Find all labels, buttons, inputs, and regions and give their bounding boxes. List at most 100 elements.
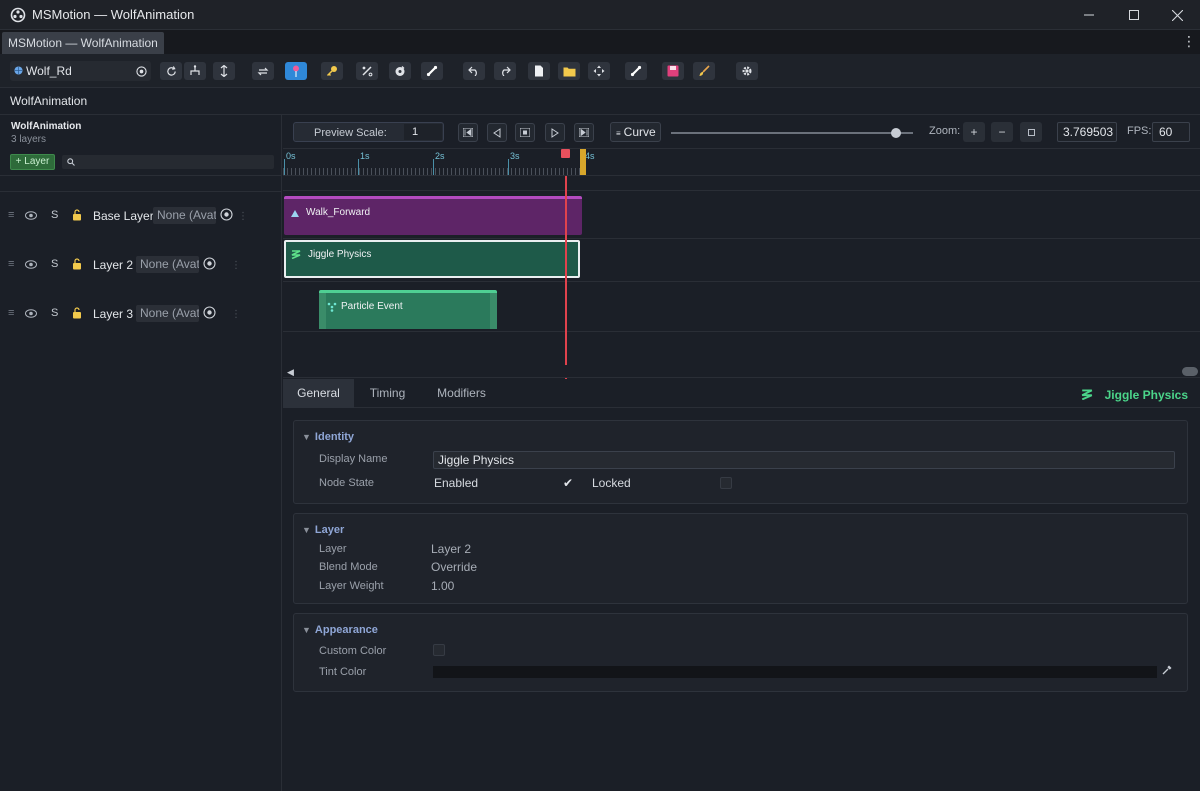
no-bone-icon[interactable] [356, 62, 378, 80]
drag-handle-icon[interactable]: ≡ [8, 258, 16, 270]
zoom-fit-button[interactable] [1020, 122, 1042, 142]
time-ruler[interactable]: 0s 1s 2s 3s 4s [283, 149, 1200, 176]
collapse-triangle-icon: ▼ [302, 432, 311, 442]
layer-name: Layer 2 [93, 258, 134, 272]
stop-icon[interactable] [515, 123, 535, 142]
layer-row[interactable]: ≡ S Layer 2 None (Avatar) ⋮ [0, 241, 282, 289]
locked-checkbox[interactable] [720, 477, 732, 489]
solo-toggle[interactable]: S [51, 307, 61, 319]
clip-edge-handle[interactable] [319, 293, 326, 329]
refresh-icon[interactable] [160, 62, 182, 80]
clip-particle-event[interactable]: Particle Event [319, 290, 497, 329]
open-folder-icon[interactable] [558, 62, 580, 80]
zoom-slider-thumb[interactable] [891, 128, 901, 138]
previous-frame-icon[interactable] [487, 123, 507, 142]
tint-color-swatch[interactable] [433, 666, 1157, 678]
key-icon[interactable] [321, 62, 343, 80]
brush-icon[interactable] [693, 62, 715, 80]
zoom-in-button[interactable]: + [963, 122, 985, 142]
add-layer-button[interactable]: + Layer [10, 154, 55, 170]
clip-walk-forward[interactable]: Walk_Forward [284, 196, 582, 235]
drag-handle-icon[interactable]: ≡ [8, 307, 16, 319]
record-icon[interactable] [389, 62, 411, 80]
object-picker-icon[interactable] [220, 208, 234, 222]
playhead-handle[interactable] [561, 149, 570, 158]
settings-gear-icon[interactable] [736, 62, 758, 80]
avatar-mask-field[interactable]: None (Avatar) [136, 305, 199, 322]
display-name-input[interactable]: Jiggle Physics [433, 451, 1175, 469]
layers-panel-title: WolfAnimation [11, 121, 82, 132]
custom-color-checkbox[interactable] [433, 644, 445, 656]
scroll-left-icon[interactable]: ◀ [287, 367, 294, 378]
pin-icon[interactable] [285, 62, 307, 80]
solo-toggle[interactable]: S [51, 258, 61, 270]
target-icon[interactable] [132, 62, 150, 80]
save-icon[interactable] [662, 62, 684, 80]
curve-toggle-button[interactable]: ≡ Curve [610, 122, 661, 142]
undo-icon[interactable] [463, 62, 485, 80]
scrollbar-thumb[interactable] [1182, 367, 1198, 376]
preview-scale-value[interactable]: 1 [404, 124, 442, 140]
tab-timing[interactable]: Timing [354, 379, 421, 408]
minimize-button[interactable] [1066, 0, 1112, 30]
lock-icon[interactable] [72, 258, 84, 270]
tint-color-label: Tint Color [319, 666, 367, 678]
preview-scale-field[interactable]: Preview Scale: 1 [293, 122, 444, 142]
lock-icon[interactable] [72, 209, 84, 221]
visibility-eye-icon[interactable] [25, 309, 39, 318]
appearance-section-header[interactable]: ▼ Appearance [302, 624, 378, 636]
appearance-section: ▼ Appearance Custom Color Tint Color [293, 613, 1188, 692]
more-vertical-icon[interactable]: ⋮ [1182, 34, 1196, 50]
identity-section-header[interactable]: ▼ Identity [302, 431, 354, 443]
layer-search-input[interactable] [62, 155, 274, 169]
new-file-icon[interactable] [528, 62, 550, 80]
maximize-button[interactable] [1111, 0, 1157, 30]
avatar-mask-field[interactable]: None (Avatar) [136, 256, 199, 273]
row-handle-icon: ⋮ [231, 309, 241, 320]
vertical-move-icon[interactable] [213, 62, 235, 80]
drag-node-icon[interactable] [588, 62, 610, 80]
current-time-field[interactable]: 3.769503 [1057, 122, 1117, 142]
tab-general[interactable]: General [283, 379, 354, 408]
go-to-start-icon[interactable] [458, 123, 478, 142]
drag-handle-icon[interactable]: ≡ [8, 209, 16, 221]
layer-section-header[interactable]: ▼ Layer [302, 524, 344, 536]
zoom-out-button[interactable]: − [991, 122, 1013, 142]
clip-label: Walk_Forward [306, 207, 371, 218]
clip-jiggle-physics[interactable]: Jiggle Physics [284, 240, 580, 278]
layer-row[interactable]: ≡ S Layer 3 None (Avatar) ⋮ [0, 289, 282, 337]
bone-tool-icon[interactable] [625, 62, 647, 80]
avatar-mask-field[interactable]: None (Avatar) [153, 207, 216, 224]
tab-modifiers[interactable]: Modifiers [421, 379, 502, 408]
visibility-eye-icon[interactable] [25, 260, 39, 269]
layer-weight-label: Layer Weight [319, 580, 384, 592]
go-to-end-icon[interactable] [574, 123, 594, 142]
preview-scale-label: Preview Scale: [314, 127, 387, 139]
lock-icon[interactable] [72, 307, 84, 319]
hierarchy-icon[interactable] [184, 62, 206, 80]
solo-toggle[interactable]: S [51, 209, 61, 221]
object-picker-icon[interactable] [203, 257, 217, 271]
fps-field[interactable]: 60 [1152, 122, 1190, 142]
enabled-checkmark-icon[interactable]: ✔ [563, 476, 573, 490]
eyedropper-icon[interactable] [1161, 664, 1175, 678]
redo-icon[interactable] [494, 62, 516, 80]
horizontal-scrollbar[interactable]: ◀ [283, 365, 1200, 378]
rig-selector[interactable]: Wolf_Rd [10, 61, 151, 81]
zoom-slider-track[interactable] [671, 132, 913, 134]
clip-edge-handle[interactable] [490, 293, 497, 329]
visibility-eye-icon[interactable] [25, 211, 39, 220]
close-button[interactable] [1154, 0, 1200, 30]
layer-row[interactable]: ≡ S Base Layer None (Avatar) ⋮ [0, 192, 282, 240]
node-state-label: Node State [319, 477, 375, 489]
clip-end-marker[interactable] [580, 149, 586, 175]
document-tab[interactable]: MSMotion — WolfAnimation [2, 32, 164, 54]
bone-icon[interactable] [421, 62, 443, 80]
playhead-line[interactable] [565, 176, 567, 379]
loop-icon[interactable] [252, 62, 274, 80]
play-icon[interactable] [545, 123, 565, 142]
object-picker-icon[interactable] [203, 306, 217, 320]
track-area[interactable]: Walk_Forward Jiggle Physics Particle Eve… [283, 191, 1200, 366]
layer-section: ▼ Layer Layer Layer 2 Blend Mode Override… [293, 513, 1188, 604]
divider [0, 175, 282, 176]
